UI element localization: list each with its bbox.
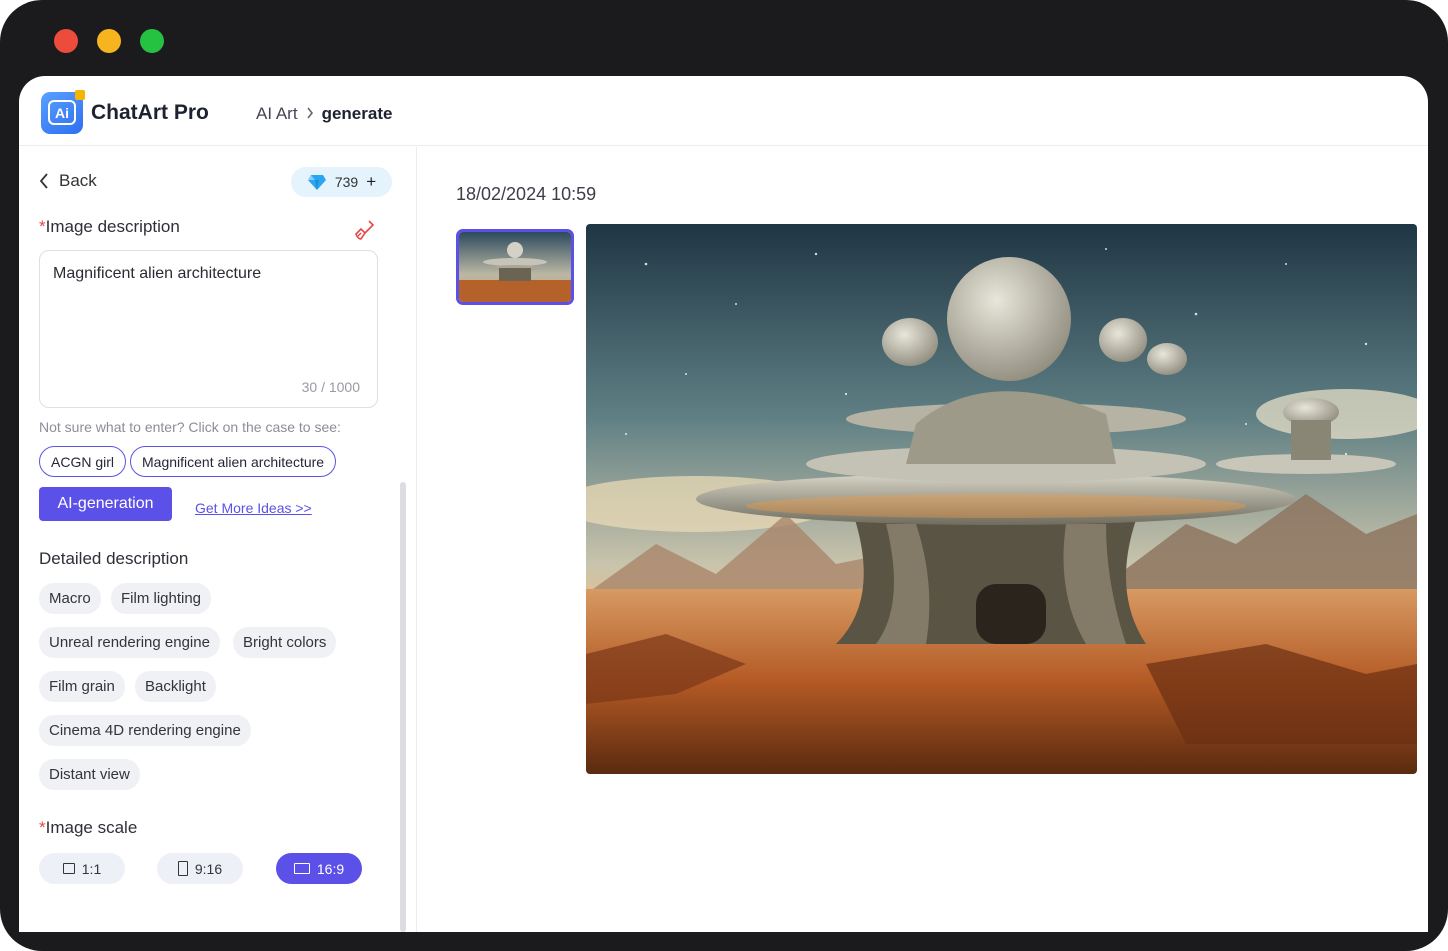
device-frame: Ai ChatArt Pro AI Art generate Back 739 … — [0, 0, 1448, 951]
detailed-description-label: Detailed description — [39, 549, 189, 568]
add-credits-icon[interactable]: + — [366, 172, 376, 192]
close-window-button[interactable] — [54, 29, 78, 53]
logo-badge — [75, 90, 85, 100]
landscape-icon — [293, 863, 310, 874]
tag-film-lighting[interactable]: Film lighting — [111, 583, 212, 614]
maximize-window-button[interactable] — [140, 29, 164, 53]
app-logo-icon[interactable]: Ai — [41, 90, 85, 134]
required-marker: * — [39, 217, 46, 236]
description-value: Magnificent alien architecture — [53, 265, 262, 282]
get-more-ideas-link[interactable]: Get More Ideas >> — [195, 500, 312, 516]
image-description-label: *Image description — [39, 217, 180, 236]
case-chip-acgn-girl[interactable]: ACGN girl — [39, 446, 127, 477]
portrait-icon — [177, 861, 188, 876]
required-marker: * — [39, 818, 46, 837]
chevron-left-icon — [39, 173, 48, 189]
image-scale-label: *Image scale — [39, 818, 138, 837]
tag-distant-view[interactable]: Distant view — [39, 759, 140, 790]
window-controls — [54, 29, 164, 53]
ai-generation-button[interactable]: AI-generation — [39, 487, 172, 521]
tag-macro[interactable]: Macro — [39, 583, 101, 614]
tag-bright-colors[interactable]: Bright colors — [233, 627, 337, 658]
app-screen: Ai ChatArt Pro AI Art generate Back 739 … — [19, 76, 1428, 932]
credits-count: 739 — [334, 174, 359, 190]
back-label: Back — [59, 171, 97, 190]
clear-broom-icon[interactable] — [352, 218, 376, 242]
scale-16-9-button[interactable]: 16:9 — [276, 853, 362, 884]
logo-text: Ai — [48, 100, 76, 125]
generation-timestamp: 18/02/2024 10:59 — [456, 184, 597, 204]
breadcrumb-ai-art[interactable]: AI Art — [256, 104, 298, 124]
app-header: Ai ChatArt Pro AI Art generate — [19, 76, 1428, 146]
tag-film-grain[interactable]: Film grain — [39, 671, 125, 702]
diamond-icon — [307, 174, 326, 190]
tag-unreal-rendering-engine[interactable]: Unreal rendering engine — [39, 627, 220, 658]
tag-cinema-4d[interactable]: Cinema 4D rendering engine — [39, 715, 251, 746]
panel-scrollbar[interactable] — [400, 482, 406, 932]
tag-backlight[interactable]: Backlight — [135, 671, 216, 702]
description-textarea[interactable]: Magnificent alien architecture 30 / 1000 — [39, 250, 378, 408]
breadcrumb-generate: generate — [321, 104, 393, 123]
case-chip-alien-architecture[interactable]: Magnificent alien architecture — [130, 446, 337, 477]
back-button[interactable]: Back — [39, 171, 97, 191]
character-count: 30 / 1000 — [301, 379, 360, 395]
result-thumbnail[interactable] — [456, 229, 574, 305]
square-icon — [62, 863, 75, 874]
app-title[interactable]: ChatArt Pro — [91, 101, 209, 125]
breadcrumb: AI Art generate — [256, 104, 392, 124]
chevron-right-icon — [306, 106, 314, 123]
scale-9-16-button[interactable]: 9:16 — [157, 853, 243, 884]
generated-image[interactable] — [586, 224, 1417, 774]
minimize-window-button[interactable] — [97, 29, 121, 53]
scale-1-1-button[interactable]: 1:1 — [39, 853, 125, 884]
settings-panel: Back 739 + *Image description Magnificen… — [19, 147, 417, 932]
credits-badge[interactable]: 739 + — [291, 167, 392, 197]
case-hint-text: Not sure what to enter? Click on the cas… — [39, 419, 341, 435]
